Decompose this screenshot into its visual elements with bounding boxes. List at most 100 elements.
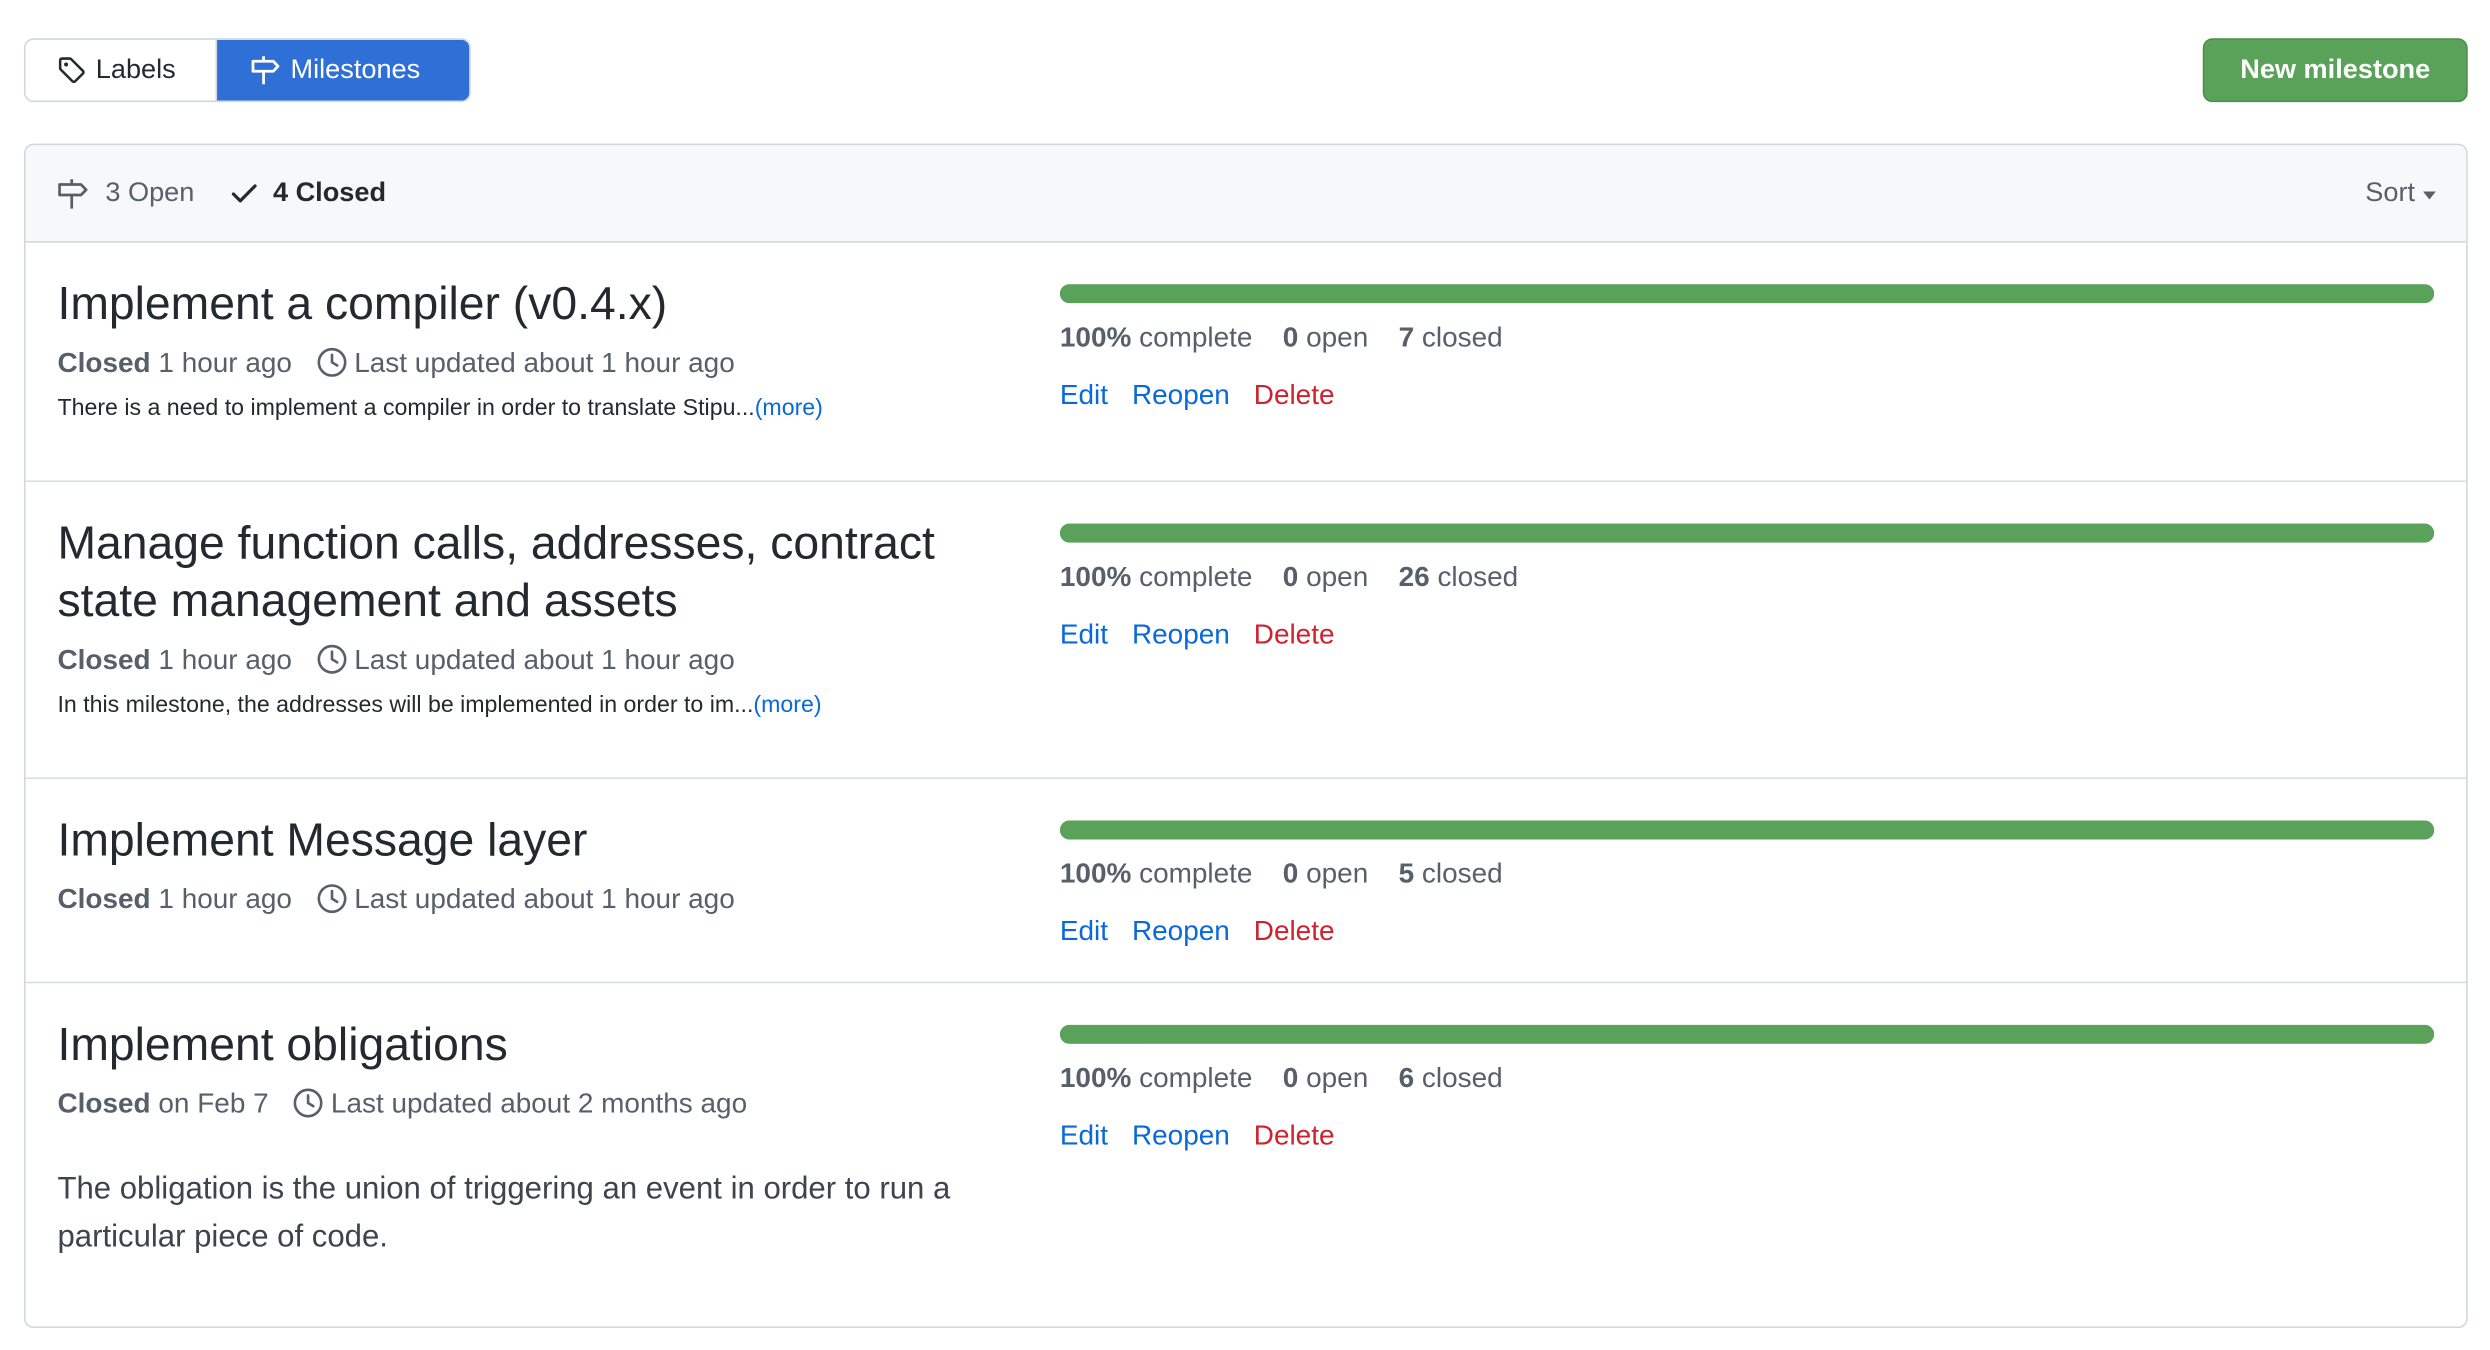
reopen-link[interactable]: Reopen [1132, 617, 1230, 651]
milestone-status: Closed [57, 642, 151, 675]
clock-icon [317, 644, 347, 674]
progress-bar [1059, 1024, 2435, 1044]
sort-label: Sort [2365, 177, 2416, 208]
check-icon [231, 184, 257, 203]
milestone-meta: Closed 1 hour ago Last updated about 1 h… [57, 880, 734, 918]
milestones-list: 3 Open 4 Closed Sort Implement a compile… [23, 143, 2468, 1329]
labels-milestones-switcher: Labels Milestones [23, 38, 471, 103]
percent-value: 100% [1059, 559, 1132, 592]
closed-label: closed [1437, 559, 1519, 592]
closed-count: 7 [1398, 320, 1415, 352]
reopen-link[interactable]: Reopen [1132, 1118, 1230, 1152]
open-count: 0 [1282, 856, 1299, 889]
milestone-stats: 100% complete 0 open 5 closed [1060, 854, 1503, 892]
milestone-actions: Edit Reopen Delete [1060, 615, 1335, 653]
milestone-title[interactable]: Implement Message layer [57, 812, 587, 869]
milestone-description: There is a need to implement a compiler … [57, 396, 822, 422]
list-header: 3 Open 4 Closed Sort [25, 145, 2467, 243]
milestone-title[interactable]: Manage function calls, addresses, contra… [57, 516, 934, 631]
more-link[interactable]: (more) [753, 693, 821, 719]
milestone-icon [58, 178, 88, 208]
progress-fill [1059, 1024, 2435, 1044]
milestone-row: Manage function calls, addresses, contra… [25, 482, 2467, 779]
clock-icon [317, 347, 347, 377]
complete-label: complete [1139, 559, 1253, 592]
closed-filter[interactable]: 4 Closed [230, 145, 386, 241]
open-label: open [1306, 559, 1369, 592]
labels-tab[interactable]: Labels [25, 39, 218, 101]
milestone-stats: 100% complete 0 open 6 closed [1060, 1058, 1503, 1096]
sort-dropdown[interactable]: Sort [2365, 145, 2436, 241]
progress-bar [1059, 523, 2435, 543]
closed-count: 5 [1398, 856, 1415, 889]
milestone-stats: 100% complete 0 open 7 closed [1060, 318, 1503, 356]
tag-icon [58, 57, 85, 84]
delete-link[interactable]: Delete [1254, 617, 1335, 651]
milestones-tab[interactable]: Milestones [217, 39, 470, 101]
edit-link[interactable]: Edit [1060, 617, 1108, 651]
progress-fill [1059, 284, 2435, 304]
milestone-description-text: In this milestone, the addresses will be… [57, 692, 754, 719]
milestone-row: Implement obligations Closed on Feb 7 La… [26, 983, 2467, 1326]
milestone-closed-date: 1 hour ago [158, 881, 292, 914]
milestone-row: Implement Message layer Closed 1 hour ag… [25, 779, 2467, 984]
milestones-tab-label: Milestones [290, 54, 421, 85]
milestone-actions: Edit Reopen Delete [1060, 911, 1335, 949]
reopen-link[interactable]: Reopen [1132, 378, 1230, 412]
closed-count: 6 [1398, 1060, 1415, 1093]
milestone-stats: 100% complete 0 open 26 closed [1060, 557, 1518, 595]
closed-label: closed [1421, 856, 1503, 889]
delete-link[interactable]: Delete [1254, 914, 1335, 948]
open-label: open [1306, 320, 1369, 352]
milestone-title-line: state management and assets [57, 576, 678, 628]
percent-value: 100% [1059, 1060, 1132, 1093]
milestone-status: Closed [57, 345, 151, 378]
percent-value: 100% [1059, 320, 1132, 352]
milestones-page: Labels Milestones New milestone 3 Open 4… [0, 0, 2490, 1350]
clock-icon [294, 1088, 324, 1118]
closed-count: 26 [1398, 559, 1430, 592]
open-label: open [1306, 1060, 1369, 1093]
milestone-closed-date: 1 hour ago [158, 642, 292, 675]
edit-link[interactable]: Edit [1060, 378, 1108, 412]
closed-label: closed [1421, 1060, 1503, 1093]
open-count: 0 [1282, 559, 1299, 592]
milestone-row: Implement a compiler (v0.4.x) Closed 1 h… [25, 243, 2467, 483]
milestone-closed-date: 1 hour ago [158, 345, 292, 378]
clock-icon [317, 884, 347, 914]
milestone-title[interactable]: Implement obligations [57, 1017, 507, 1074]
milestone-updated: Last updated about 1 hour ago [354, 881, 735, 914]
delete-link[interactable]: Delete [1254, 1118, 1335, 1152]
open-filter[interactable]: 3 Open [57, 145, 194, 241]
caret-down-icon [2423, 190, 2436, 199]
open-count: 0 [1282, 320, 1299, 352]
complete-label: complete [1139, 320, 1253, 352]
milestone-description: The obligation is the union of triggerin… [57, 1171, 951, 1255]
reopen-link[interactable]: Reopen [1132, 914, 1230, 948]
new-milestone-button[interactable]: New milestone [2202, 38, 2468, 103]
milestone-description-text: There is a need to implement a compiler … [57, 395, 755, 422]
more-link[interactable]: (more) [755, 396, 823, 422]
labels-tab-label: Labels [95, 54, 176, 85]
milestone-updated: Last updated about 1 hour ago [354, 345, 735, 378]
milestone-updated: Last updated about 1 hour ago [354, 642, 735, 675]
percent-value: 100% [1059, 856, 1132, 889]
milestone-title[interactable]: Implement a compiler (v0.4.x) [57, 276, 667, 333]
delete-link[interactable]: Delete [1254, 378, 1335, 412]
complete-label: complete [1139, 1060, 1253, 1093]
milestone-status: Closed [57, 881, 151, 914]
open-count: 0 [1282, 1060, 1299, 1093]
complete-label: complete [1139, 856, 1253, 889]
milestone-closed-date: on Feb 7 [158, 1086, 269, 1119]
milestone-description: In this milestone, the addresses will be… [57, 693, 821, 719]
edit-link[interactable]: Edit [1060, 1118, 1108, 1152]
edit-link[interactable]: Edit [1060, 914, 1108, 948]
milestone-meta: Closed 1 hour ago Last updated about 1 h… [57, 640, 734, 678]
closed-filter-label: 4 Closed [272, 177, 387, 208]
milestone-title-line: Manage function calls, addresses, contra… [57, 518, 935, 570]
milestone-updated: Last updated about 2 months ago [330, 1086, 748, 1119]
milestones-toolbar: Labels Milestones New milestone [23, 38, 2468, 103]
progress-bar [1059, 820, 2435, 840]
progress-bar [1059, 284, 2435, 304]
open-filter-label: 3 Open [105, 177, 195, 208]
